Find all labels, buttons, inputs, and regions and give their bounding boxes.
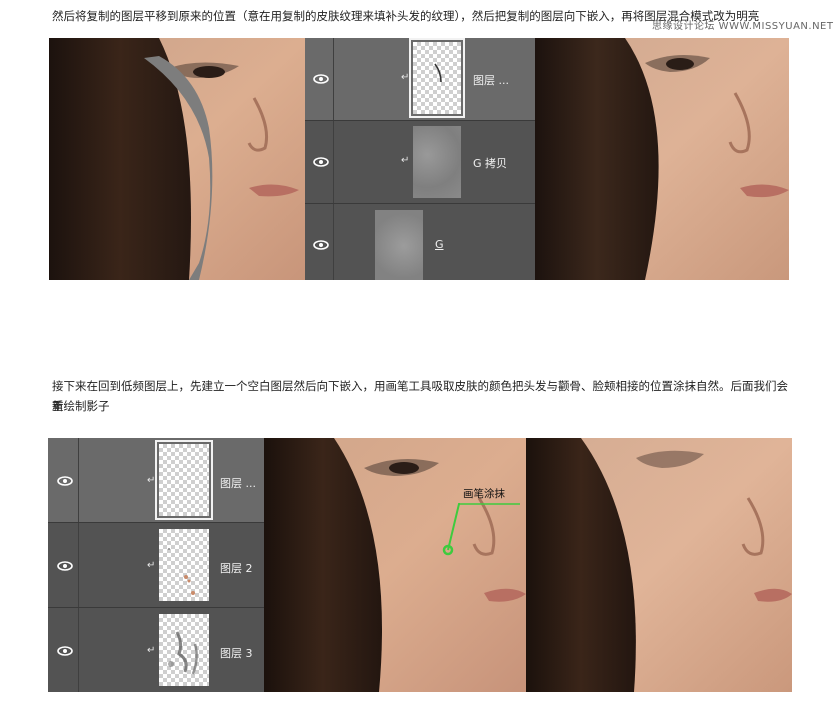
layer-row[interactable]: G <box>305 204 535 280</box>
clipping-mask-icon: ↵ <box>147 475 156 486</box>
layer-name[interactable]: 图层 ... <box>220 475 256 491</box>
eye-icon[interactable] <box>313 74 329 84</box>
layer-row[interactable]: ↵ 图层 3 <box>48 608 264 692</box>
layer-name[interactable]: G 拷贝 <box>473 155 507 171</box>
paragraph-2-line-2: 新绘制影子 <box>52 399 110 413</box>
clipping-mask-icon: ↵ <box>401 155 410 166</box>
layer-thumbnail[interactable] <box>159 614 209 686</box>
watermark: 思缘设计论坛 WWW.MISSYUAN.NET <box>652 21 834 32</box>
annotation-label: 画笔涂抹 <box>463 488 505 500</box>
layers-panel-2: ↵ 图层 ... ↵ 图层 2 ↵ 图层 3 <box>48 438 264 692</box>
photo-after-2 <box>526 438 792 692</box>
layers-panel-1: ↵ 图层 ... ↵ G 拷贝 G <box>305 38 535 280</box>
eye-icon[interactable] <box>57 561 73 571</box>
layer-name[interactable]: 图层 3 <box>220 645 253 661</box>
layer-row[interactable]: ↵ 图层 ... <box>305 38 535 121</box>
layer-row[interactable]: ↵ 图层 2 <box>48 523 264 608</box>
layer-name[interactable]: 图层 ... <box>473 72 509 88</box>
layer-thumbnail[interactable] <box>409 38 465 118</box>
layer-thumbnail[interactable] <box>155 440 213 520</box>
layer-name[interactable]: G <box>435 238 444 251</box>
clipping-mask-icon: ↵ <box>401 72 410 83</box>
eye-icon[interactable] <box>57 476 73 486</box>
clipping-mask-icon: ↵ <box>147 645 156 656</box>
layer-name[interactable]: 图层 2 <box>220 560 253 576</box>
photo-after-1 <box>535 38 789 280</box>
eye-icon[interactable] <box>57 646 73 656</box>
layer-thumbnail[interactable] <box>375 210 423 280</box>
eye-icon[interactable] <box>313 157 329 167</box>
layer-thumbnail[interactable] <box>413 126 461 198</box>
photo-before-1 <box>49 38 305 280</box>
photo-brush-annotation: 画笔涂抹 <box>264 438 526 692</box>
layer-thumbnail[interactable] <box>159 529 209 601</box>
eye-icon[interactable] <box>313 240 329 250</box>
layer-row[interactable]: ↵ 图层 ... <box>48 438 264 523</box>
clipping-mask-icon: ↵ <box>147 560 156 571</box>
layer-row[interactable]: ↵ G 拷贝 <box>305 121 535 204</box>
